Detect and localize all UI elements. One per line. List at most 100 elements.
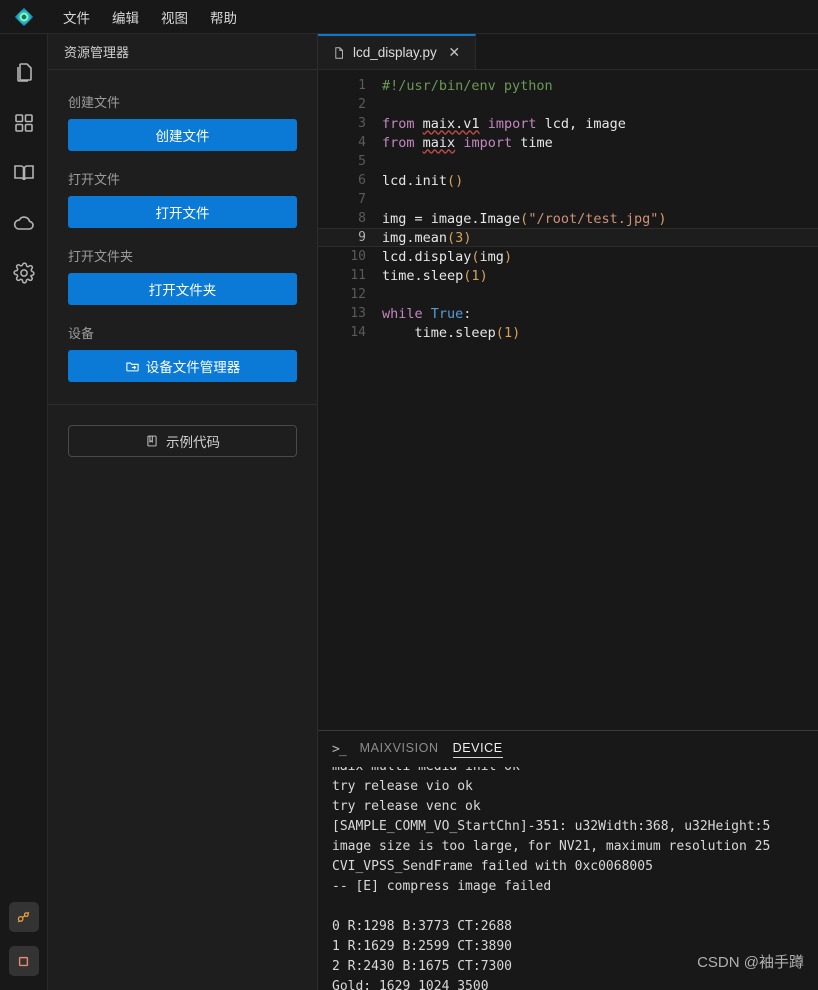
code-line[interactable]: 11 time.sleep(1)	[318, 266, 818, 285]
terminal-tab-device[interactable]: DEVICE	[452, 741, 503, 758]
example-code-button[interactable]: 示例代码	[68, 425, 297, 457]
editor-tab-bar: lcd_display.py ✕	[318, 34, 818, 70]
terminal-line: Gold: 1629 1024 3500	[332, 979, 489, 990]
code-token: (	[471, 248, 480, 265]
close-icon[interactable]: ✕	[446, 44, 463, 61]
book-icon	[13, 165, 34, 181]
open-file-button-label: 打开文件	[155, 206, 210, 221]
line-number: 13	[350, 306, 366, 321]
activity-docs[interactable]	[0, 148, 48, 198]
code-line[interactable]: 13 while True:	[318, 304, 818, 323]
code-token: (	[447, 229, 456, 246]
line-number: 2	[358, 97, 366, 112]
code-line[interactable]: 4 from maix import time	[318, 133, 818, 152]
book-code-icon	[147, 435, 157, 447]
device-file-manager-button[interactable]: 设备文件管理器	[68, 350, 297, 382]
code-line[interactable]: 8 img = image.Image("/root/test.jpg")	[318, 209, 818, 228]
tab-label: lcd_display.py	[353, 45, 437, 60]
code-text: from maix.v1 import lcd, image	[382, 116, 626, 132]
code-token: (	[495, 324, 504, 341]
gear-icon	[12, 262, 35, 284]
code-line[interactable]: 10 lcd.display(img)	[318, 247, 818, 266]
code-text: lcd.init()	[382, 173, 463, 189]
code-token: img	[479, 248, 504, 265]
device-file-manager-label: 设备文件管理器	[145, 360, 241, 375]
terminal-line: image size is too large, for NV21, maxim…	[332, 839, 771, 854]
activity-settings[interactable]	[0, 248, 48, 298]
sidebar-footer: 示例代码	[48, 405, 317, 457]
code-token: lcd.init	[382, 172, 448, 189]
line-number: 14	[350, 325, 366, 340]
code-text: #!/usr/bin/env python	[382, 78, 553, 94]
terminal-line: 2 R:2430 B:1675 CT:7300	[332, 959, 513, 974]
terminal-line: maix multi-media init ok	[332, 767, 818, 777]
code-token: from	[382, 134, 415, 151]
explorer-title: 资源管理器	[48, 34, 317, 70]
code-token: maix	[422, 134, 456, 151]
open-file-button[interactable]: 打开文件	[68, 196, 297, 228]
code-text: lcd.display(img)	[382, 249, 512, 265]
code-line[interactable]: 9 img.mean(3)	[318, 228, 818, 247]
app-logo	[0, 6, 48, 28]
editor-area: lcd_display.py ✕ 1 #!/usr/bin/env python 2…	[318, 34, 818, 990]
line-number: 7	[358, 192, 366, 207]
menu-bar: 文件 编辑 视图 帮助	[54, 3, 246, 31]
menu-view[interactable]: 视图	[152, 3, 197, 31]
label-create-file: 创建文件	[68, 95, 121, 110]
activity-apps[interactable]	[0, 98, 48, 148]
open-folder-button[interactable]: 打开文件夹	[68, 273, 297, 305]
code-line[interactable]: 2	[318, 95, 818, 114]
code-token: )	[512, 324, 521, 341]
code-token: maix.v1	[422, 115, 480, 132]
code-line[interactable]: 3 from maix.v1 import lcd, image	[318, 114, 818, 133]
tab-lcd-display-py[interactable]: lcd_display.py ✕	[318, 34, 476, 69]
terminal-line: -- [E] compress image failed	[332, 879, 552, 894]
menu-file[interactable]: 文件	[54, 3, 99, 31]
activity-connect-device[interactable]	[8, 902, 39, 932]
line-number: 1	[358, 78, 366, 93]
code-token: lcd, image	[536, 115, 626, 132]
menu-help[interactable]: 帮助	[201, 3, 246, 31]
code-text: img = image.Image("/root/test.jpg")	[382, 211, 667, 227]
code-line[interactable]: 14 time.sleep(1)	[318, 323, 818, 342]
code-editor[interactable]: 1 #!/usr/bin/env python 2 3 from maix.v1 imp…	[318, 70, 818, 730]
code-line[interactable]: 12	[318, 285, 818, 304]
activity-stop-run[interactable]	[8, 946, 39, 976]
terminal-line: try release vio ok	[332, 779, 473, 794]
code-line[interactable]: 1 #!/usr/bin/env python	[318, 76, 818, 95]
create-file-button[interactable]: 创建文件	[68, 119, 297, 151]
window-body: 资源管理器 创建文件 创建文件 打开文件 打开文件 打开文件夹 打开文件夹 设备	[0, 34, 818, 990]
explorer-actions: 创建文件 创建文件 打开文件 打开文件 打开文件夹 打开文件夹 设备 设备文件管…	[48, 70, 317, 400]
terminal-tab-maixvision[interactable]: MAIXVISION	[360, 741, 439, 757]
line-number: 9	[358, 230, 366, 245]
menu-edit[interactable]: 编辑	[103, 3, 148, 31]
terminal-line: 1 R:1629 B:2599 CT:3890	[332, 939, 513, 954]
activity-cloud[interactable]	[0, 198, 48, 248]
code-token: )	[463, 229, 472, 246]
terminal-panel: >_ MAIXVISION DEVICE maix multi-media in…	[318, 730, 818, 990]
terminal-line: 0 R:1298 B:3773 CT:2688	[332, 919, 513, 934]
code-text: img.mean(3)	[382, 230, 471, 246]
code-token: )	[503, 248, 513, 265]
code-token: while	[382, 305, 423, 322]
stop-square-icon	[18, 956, 29, 966]
code-token: #!/usr/bin/env python	[382, 77, 553, 94]
terminal-output[interactable]: maix multi-media init ok try release vio …	[318, 767, 818, 990]
code-token: 1	[503, 324, 513, 341]
line-number: 3	[358, 116, 366, 131]
code-line[interactable]: 6 lcd.init()	[318, 171, 818, 190]
open-folder-button-label: 打开文件夹	[148, 283, 217, 298]
code-token: lcd.display	[382, 248, 472, 265]
label-open-file: 打开文件	[68, 172, 121, 187]
code-token: import	[487, 115, 537, 132]
label-open-folder: 打开文件夹	[68, 249, 134, 264]
activity-explorer[interactable]	[0, 48, 48, 98]
code-token: 1	[471, 267, 480, 284]
code-line[interactable]: 7	[318, 190, 818, 209]
code-token: time.sleep	[382, 267, 464, 284]
code-text: time.sleep(1)	[382, 268, 488, 284]
code-line[interactable]: 5	[318, 152, 818, 171]
